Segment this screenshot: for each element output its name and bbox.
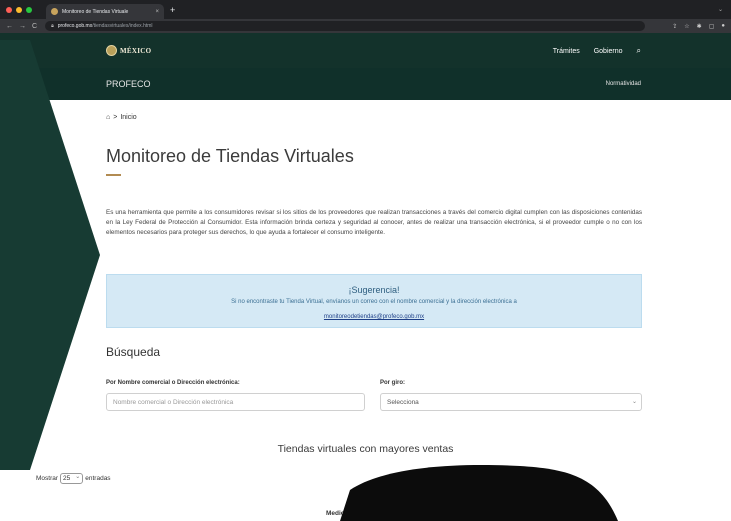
- gov-header: MÉXICO Trámites Gobierno ⌕: [0, 33, 731, 68]
- column-header-informacion[interactable]: Información sobre: [562, 498, 599, 514]
- forward-button[interactable]: →: [19, 23, 26, 30]
- minimize-window-button[interactable]: [16, 6, 22, 13]
- entries-length-control: Mostrar 25 entradas: [36, 473, 111, 484]
- tab-close-icon[interactable]: ×: [155, 9, 159, 15]
- page-title: Monitoreo de Tiendas Virtuales: [106, 146, 354, 166]
- tab-list-chevron-icon[interactable]: ⌄: [718, 6, 723, 13]
- giro-select[interactable]: Selecciona ⌄: [380, 393, 642, 411]
- browser-toolbar-icons: ⇪ ☆ ✱ ▢ ●: [672, 23, 725, 30]
- logo-text: MÉXICO: [120, 46, 152, 55]
- suggestion-text: Si no encontraste tu Tienda Virtual, env…: [231, 299, 517, 305]
- column-header-caracteristicas[interactable]: Características: [480, 498, 527, 506]
- profile-icon[interactable]: ●: [721, 23, 725, 30]
- breadcrumb-home-link[interactable]: Inicio: [120, 114, 136, 121]
- window-controls: [6, 6, 32, 13]
- gobierno-mexico-logo[interactable]: MÉXICO: [106, 45, 151, 56]
- gov-nav: Trámites Gobierno ⌕: [553, 46, 641, 56]
- breadcrumb-separator: >: [113, 114, 118, 121]
- browser-address-bar: ← → C 🔒︎ profeco.gob.mx /tiendasvirtuale…: [0, 19, 731, 33]
- entries-label: entradas: [85, 475, 111, 482]
- nav-tramites-link[interactable]: Trámites: [553, 48, 580, 55]
- table-heading: Tiendas virtuales con mayores ventas: [277, 443, 454, 455]
- favicon-icon: [51, 8, 58, 15]
- back-button[interactable]: ←: [6, 23, 13, 30]
- browser-nav: ← → C: [6, 23, 37, 30]
- column-header-precios[interactable]: Precios: [426, 498, 450, 506]
- close-window-button[interactable]: [6, 6, 12, 13]
- name-search-placeholder: Nombre comercial o Dirección electrónica: [113, 398, 234, 406]
- new-tab-button[interactable]: +: [170, 5, 175, 15]
- share-icon[interactable]: ⇪: [672, 23, 677, 30]
- home-icon[interactable]: ⌂: [106, 114, 110, 121]
- screenshot-stage: Monitoreo de Tiendas Virtuale × + ⌄ ← → …: [0, 0, 731, 521]
- seal-icon: [106, 45, 117, 56]
- giro-label: Por giro:: [380, 380, 405, 386]
- profeco-header: PROFECO Normatividad: [0, 68, 731, 100]
- extensions-icon[interactable]: ✱: [697, 23, 702, 30]
- url-input[interactable]: 🔒︎ profeco.gob.mx /tiendasvirtuales/inde…: [45, 21, 646, 31]
- name-search-input[interactable]: Nombre comercial o Dirección electrónica: [106, 393, 365, 411]
- web-page: MÉXICO Trámites Gobierno ⌕ PROFECO Norma…: [0, 33, 731, 521]
- entries-select[interactable]: 25: [60, 473, 84, 484]
- url-path: /tiendasvirtuales/index.html: [92, 23, 153, 29]
- column-header-informacion-line1: Información: [562, 498, 600, 505]
- chevron-down-icon: ⌄: [631, 399, 637, 405]
- bookmark-star-icon[interactable]: ☆: [684, 23, 689, 30]
- breadcrumb: ⌂ > Inicio: [106, 114, 137, 121]
- suggestion-title: ¡Sugerencia!: [348, 285, 400, 295]
- lock-icon: 🔒︎: [51, 23, 54, 29]
- profeco-title[interactable]: PROFECO: [106, 79, 151, 89]
- nav-gobierno-link[interactable]: Gobierno: [594, 48, 623, 55]
- normatividad-link[interactable]: Normatividad: [606, 81, 641, 87]
- title-underline: [106, 174, 121, 176]
- suggestion-email-link[interactable]: monitoreodetiendas@profeco.gob.mx: [324, 314, 424, 320]
- show-label: Mostrar: [36, 475, 59, 482]
- tab-title: Monitoreo de Tiendas Virtuale: [62, 8, 129, 15]
- url-host: profeco.gob.mx: [57, 23, 93, 29]
- reload-button[interactable]: C: [32, 23, 37, 30]
- search-heading: Búsqueda: [106, 345, 161, 359]
- browser-tab[interactable]: Monitoreo de Tiendas Virtuale ×: [46, 4, 164, 19]
- column-header-informacion-line2: sobre: [562, 506, 580, 513]
- giro-selected-value: Selecciona: [387, 398, 419, 406]
- sidebar-icon[interactable]: ▢: [709, 23, 715, 30]
- column-header-medios[interactable]: Medios: [326, 510, 348, 518]
- browser-tab-bar: Monitoreo de Tiendas Virtuale × + ⌄: [0, 0, 731, 19]
- name-label: Por Nombre comercial o Dirección electró…: [106, 380, 240, 386]
- suggestion-box: ¡Sugerencia! Si no encontraste tu Tienda…: [106, 274, 642, 328]
- intro-paragraph: Es una herramienta que permite a los con…: [106, 209, 642, 236]
- search-icon[interactable]: ⌕: [637, 46, 641, 56]
- maximize-window-button[interactable]: [26, 6, 32, 13]
